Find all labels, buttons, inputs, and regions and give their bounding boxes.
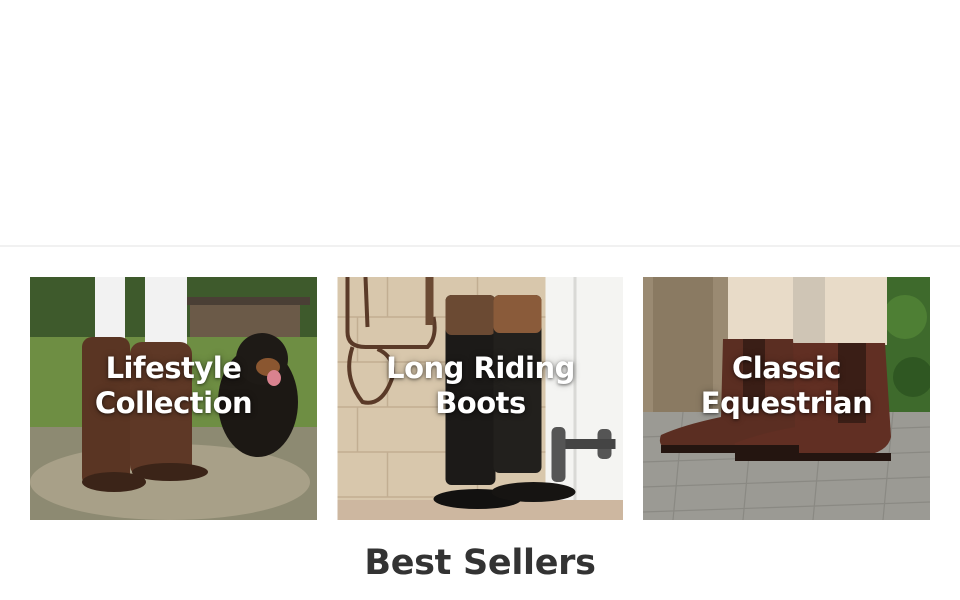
category-tiles: Lifestyle Collection Long Riding Boots C…: [30, 277, 930, 520]
tile-label-line-1: Classic: [732, 351, 841, 385]
category-tile-long-riding-boots[interactable]: Long Riding Boots: [337, 277, 623, 520]
hero-banner-area: [0, 0, 960, 245]
category-tile-classic-equestrian[interactable]: Classic Equestrian: [643, 277, 930, 520]
tile-label: Classic Equestrian: [643, 351, 930, 421]
best-sellers-heading: Best Sellers: [364, 543, 596, 583]
tile-label-line-1: Long Riding: [386, 351, 575, 385]
category-tile-lifestyle-collection[interactable]: Lifestyle Collection: [30, 277, 317, 520]
page: Lifestyle Collection Long Riding Boots C…: [0, 0, 960, 600]
tile-label-line-1: Lifestyle: [105, 351, 242, 385]
tile-label: Lifestyle Collection: [30, 351, 317, 421]
tile-label-line-2: Equestrian: [700, 386, 873, 420]
tile-label-line-2: Collection: [94, 386, 253, 420]
tile-label: Long Riding Boots: [337, 351, 623, 421]
section-divider: [0, 245, 960, 247]
tile-label-line-2: Boots: [435, 386, 526, 420]
